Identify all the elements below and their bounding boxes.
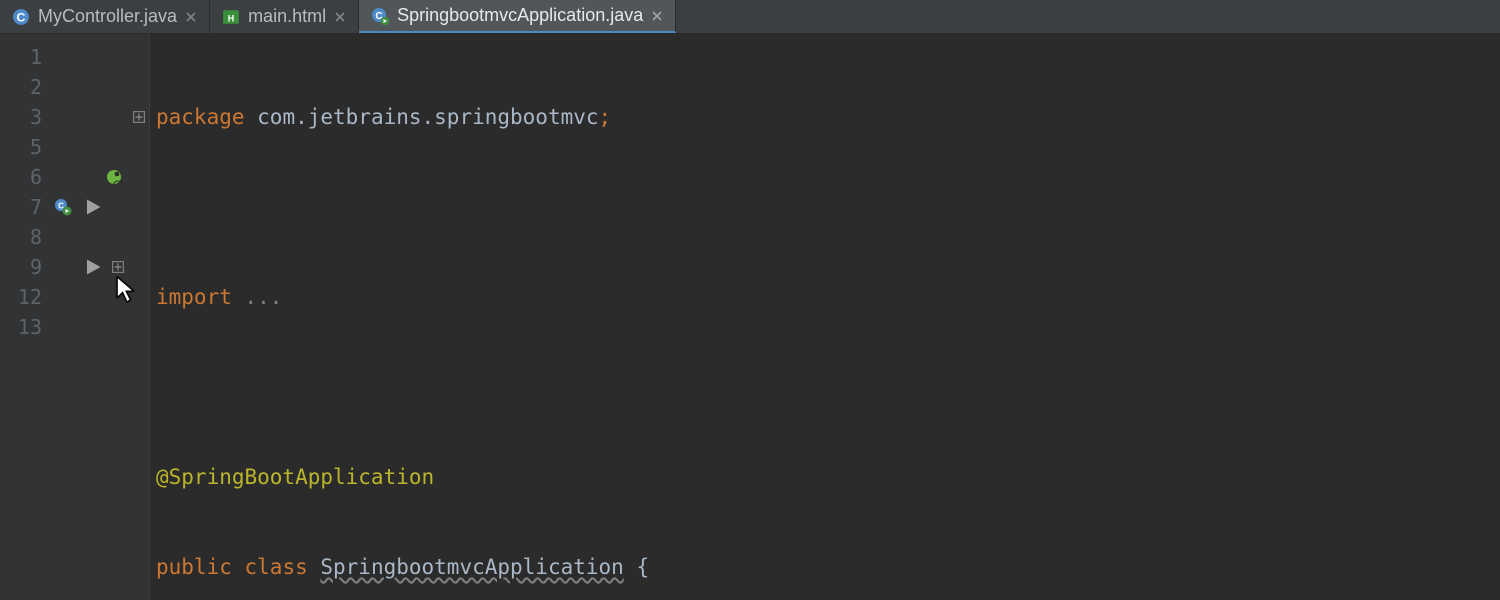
editor-tabs: C MyController.java H main.html C Spring… [0, 0, 1500, 34]
run-gutter-icon[interactable] [78, 198, 108, 216]
code-line [156, 372, 1500, 402]
code-editor[interactable]: 1 2 3 5 6 7 C 8 [0, 34, 1500, 600]
line-number: 8 [0, 225, 48, 249]
code-line [156, 192, 1500, 222]
line-number: 2 [0, 75, 48, 99]
runnable-class-icon[interactable]: C [48, 198, 78, 216]
line-number: 1 [0, 45, 48, 69]
line-number: 3 [0, 105, 48, 129]
editor-gutter: 1 2 3 5 6 7 C 8 [0, 34, 150, 600]
tab-label: MyController.java [38, 6, 177, 27]
code-area[interactable]: package com.jetbrains.springbootmvc; imp… [150, 34, 1500, 600]
java-runnable-class-icon: C [371, 7, 389, 25]
line-number: 13 [0, 315, 48, 339]
line-number: 9 [0, 255, 48, 279]
code-line: @SpringBootApplication [156, 462, 1500, 492]
line-number: 5 [0, 135, 48, 159]
run-gutter-icon[interactable] [78, 258, 108, 276]
tab-springbootmvc-app[interactable]: C SpringbootmvcApplication.java [359, 0, 676, 33]
code-line: import ... [156, 282, 1500, 312]
code-line: public class SpringbootmvcApplication { [156, 552, 1500, 582]
code-line: package com.jetbrains.springbootmvc; [156, 102, 1500, 132]
fold-expand-icon[interactable] [108, 261, 128, 273]
line-number: 7 [0, 195, 48, 219]
tab-label: SpringbootmvcApplication.java [397, 5, 643, 26]
line-number: 12 [0, 285, 48, 309]
close-icon[interactable] [334, 11, 346, 23]
tab-label: main.html [248, 6, 326, 27]
close-icon[interactable] [651, 10, 663, 22]
spring-bean-icon[interactable] [99, 168, 129, 186]
java-class-icon: C [12, 8, 30, 26]
fold-expand-icon[interactable] [129, 111, 149, 123]
tab-mainhtml[interactable]: H main.html [210, 0, 359, 33]
svg-text:C: C [17, 10, 26, 24]
tab-mycontroller[interactable]: C MyController.java [0, 0, 210, 33]
svg-text:H: H [228, 13, 235, 23]
close-icon[interactable] [185, 11, 197, 23]
html-file-icon: H [222, 8, 240, 26]
line-number: 6 [0, 165, 48, 189]
